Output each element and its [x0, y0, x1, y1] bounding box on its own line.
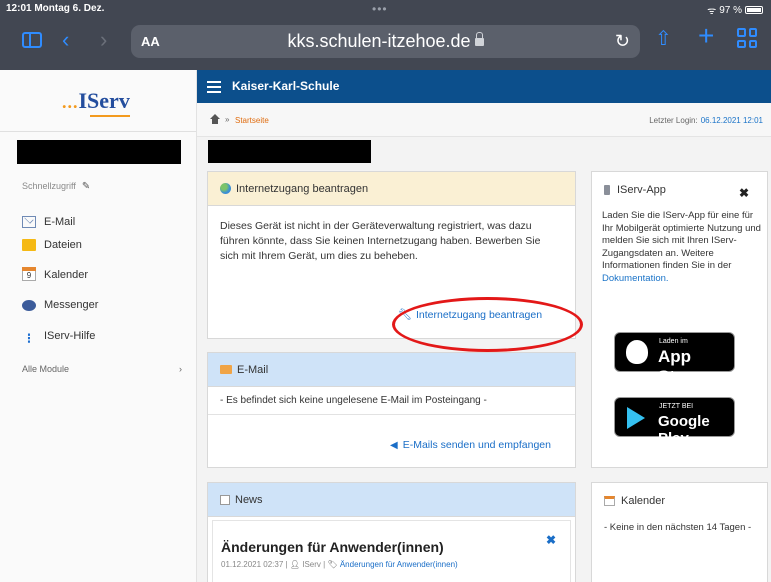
status-indicators: ᯤ 97 % — [707, 3, 763, 17]
phone-icon — [604, 185, 610, 195]
news-tag-link[interactable]: Änderungen für Anwender(innen) — [340, 560, 458, 569]
app-panel-title: IServ-App — [604, 184, 666, 196]
tab-overview-icon[interactable] — [737, 28, 757, 48]
google-play-icon — [627, 407, 645, 429]
documentation-link[interactable]: Dokumentation. — [602, 273, 669, 284]
user-icon: 👤︎ — [289, 560, 300, 569]
chat-icon — [22, 299, 36, 311]
browser-chrome: 12:01 Montag 6. Dez. ••• ᯤ 97 % ‹ › AA k… — [0, 0, 771, 70]
forward-button[interactable]: › — [100, 29, 107, 51]
divider — [208, 414, 575, 415]
internet-panel-text: Dieses Gerät ist nicht in der Geräteverw… — [220, 220, 541, 262]
breadcrumb: » Startseite Letzter Login: 06.12.2021 12… — [197, 103, 771, 137]
news-article-title[interactable]: Änderungen für Anwender(innen) — [221, 539, 444, 555]
lock-icon — [474, 32, 484, 46]
send-receive-email-link[interactable]: ◀ E-Mails senden und empfangen — [390, 439, 551, 451]
last-login-date[interactable]: 06.12.2021 12:01 — [701, 116, 763, 125]
folder-icon — [22, 239, 36, 251]
app-header: Kaiser-Karl-Schule — [197, 70, 771, 103]
url-text: kks.schulen-itzehoe.de — [287, 31, 471, 51]
google-play-badge[interactable]: JETZT BEI Google Play — [614, 397, 735, 447]
breadcrumb-startseite[interactable]: Startseite — [235, 116, 269, 125]
mail-icon — [22, 216, 36, 228]
school-name[interactable]: Kaiser-Karl-Schule — [232, 79, 339, 93]
sidebar-item-calendar[interactable]: 9 Kalender — [22, 267, 88, 283]
menu-icon[interactable] — [207, 81, 221, 93]
address-bar[interactable]: AA kks.schulen-itzehoe.de ↻ — [131, 25, 640, 58]
iserv-app-panel: IServ-App ✖ Laden Sie die IServ-App für … — [591, 171, 768, 468]
news-article-meta: 01.12.2021 02:37 | 👤︎ IServ | 🏷︎ Änderun… — [221, 560, 458, 569]
globe-icon — [220, 183, 231, 194]
mail-icon — [220, 365, 232, 374]
close-icon[interactable]: ✖ — [546, 533, 556, 547]
news-icon — [220, 494, 230, 505]
battery-icon — [745, 6, 763, 14]
sidebar-item-files[interactable]: Dateien — [22, 237, 82, 253]
status-time: 12:01 Montag 6. Dez. — [6, 3, 105, 14]
close-icon[interactable]: ✖ — [739, 186, 749, 200]
iserv-logo[interactable]: ...IServ — [62, 88, 130, 117]
email-status-message: - Es befindet sich keine ungelesene E-Ma… — [220, 395, 487, 406]
highlight-ellipse — [392, 297, 583, 352]
sidebar-toggle-icon[interactable] — [22, 32, 42, 48]
left-sidebar: ...IServ Schnellzugriff ✎ E-Mail Dateien … — [0, 70, 197, 582]
back-button[interactable]: ‹ — [62, 29, 69, 51]
internet-panel-header: Internetzugang beantragen — [208, 172, 575, 206]
news-panel-header[interactable]: News — [208, 483, 575, 517]
calendar-panel-text: - Keine in den nächsten 14 Tagen - — [604, 522, 752, 533]
email-panel-header[interactable]: E-Mail — [208, 353, 575, 387]
pencil-icon[interactable]: ✎ — [82, 181, 90, 192]
user-name-redacted[interactable] — [17, 140, 181, 164]
logo-area: ...IServ — [0, 70, 196, 132]
sidebar-item-help[interactable]: ⁝ IServ-Hilfe — [22, 328, 96, 346]
home-icon[interactable] — [210, 114, 220, 124]
wifi-icon: ᯤ — [707, 6, 717, 17]
sidebar-item-email[interactable]: E-Mail — [22, 214, 75, 230]
new-tab-button[interactable]: + — [698, 22, 714, 50]
sidebar-item-messenger[interactable]: Messenger — [22, 297, 98, 313]
url-display[interactable]: kks.schulen-itzehoe.de — [131, 31, 640, 52]
send-icon: ◀ — [390, 439, 398, 451]
multitasking-dots[interactable]: ••• — [372, 2, 388, 16]
all-modules-link[interactable]: Alle Module › — [22, 364, 182, 374]
email-panel: E-Mail - Es befindet sich keine ungelese… — [207, 352, 576, 468]
chevron-right-icon: › — [179, 364, 182, 374]
quick-access-heading: Schnellzugriff ✎ — [22, 181, 91, 192]
news-panel: News ✖ Änderungen für Anwender(innen) 01… — [207, 482, 576, 582]
calendar-panel: Kalender - Keine in den nächsten 14 Tage… — [591, 482, 768, 582]
greeting-redacted — [208, 140, 371, 163]
calendar-icon: 9 — [22, 267, 36, 281]
app-store-badge[interactable]: Laden im App Store — [614, 332, 735, 386]
share-button[interactable]: ⇧ — [655, 28, 672, 50]
calendar-panel-title[interactable]: Kalender — [604, 495, 665, 507]
reload-button[interactable]: ↻ — [615, 31, 630, 52]
tag-icon: 🏷︎ — [327, 560, 338, 569]
last-login: Letzter Login: 06.12.2021 12:01 — [649, 116, 763, 125]
help-icon: ⁝ — [26, 330, 32, 346]
calendar-icon — [604, 496, 615, 506]
app-panel-text: Laden Sie die IServ-App für eine für Ihr… — [602, 210, 761, 284]
apple-icon — [626, 340, 648, 364]
breadcrumb-separator: » — [225, 115, 230, 124]
news-article: ✖ Änderungen für Anwender(innen) 01.12.2… — [212, 520, 571, 582]
battery-level: 97 % — [719, 4, 742, 16]
